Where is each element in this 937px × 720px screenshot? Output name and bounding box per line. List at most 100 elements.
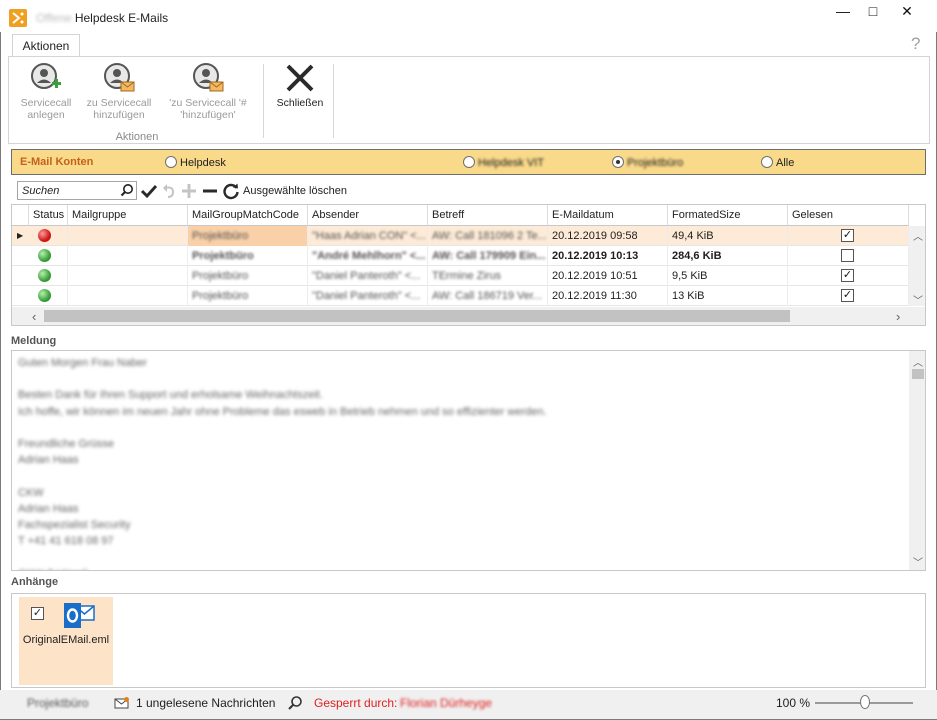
search-icon[interactable] (120, 183, 134, 200)
column-header-datum[interactable]: E-Maildatum (548, 205, 668, 226)
zu-servicecall-label-1: zu Servicecall (86, 97, 152, 109)
vertical-scroll-thumb[interactable] (912, 369, 924, 379)
gelesen-cell: ✓ (788, 226, 909, 246)
outlook-file-icon (63, 602, 95, 633)
absender-cell: "Haas Adrian CON" <... (308, 226, 428, 246)
servicecall-anlegen-label-1: Servicecall (20, 97, 72, 109)
gelesen-cell: ✓ (788, 266, 909, 286)
matchcode-text: Projektbüro (192, 270, 249, 282)
message-vertical-scrollbar[interactable]: ︿ ﹀ (909, 351, 925, 570)
zu-servicecall-2-label-1: 'zu Servicecall '# (169, 97, 247, 109)
maximize-button[interactable]: □ (856, 0, 890, 24)
minimize-button[interactable]: — (826, 0, 860, 24)
message-body-box[interactable]: Guten Morgen Frau Naber Besten Dank für … (11, 350, 926, 571)
radio-circle (761, 156, 773, 168)
unread-count: 1 ungelesene Nachrichten (136, 696, 276, 710)
grid-vertical-scrollbar[interactable]: ︿ ﹀ (909, 226, 925, 307)
horizontal-scroll-thumb[interactable] (44, 310, 790, 322)
app-logo-icon (9, 9, 27, 27)
absender-cell: "Daniel Panteroth" <... (308, 286, 428, 306)
zu-servicecall-hinzufuegen-button[interactable]: zu Servicecall hinzufügen (80, 62, 158, 121)
window-title-main: Helpdesk E-Mails (74, 11, 169, 25)
status-unread-red-icon (38, 229, 51, 242)
refresh-icon[interactable] (222, 182, 240, 200)
radio-projektbuero[interactable]: Projektbüro (612, 156, 683, 170)
confirm-check-icon[interactable] (140, 182, 158, 200)
betreff-text: AW: Call 186719 Ver... (432, 290, 543, 302)
column-header-absender[interactable]: Absender (308, 205, 428, 226)
scroll-up-icon[interactable]: ︿ (913, 354, 923, 369)
betreff-cell: AW: Call 179909 Ein... (428, 246, 548, 266)
column-header-betreff[interactable]: Betreff (428, 205, 548, 226)
close-x-icon (284, 62, 316, 94)
gelesen-checkbox[interactable]: ✓ (841, 269, 854, 282)
matchcode-cell: Projektbüro (188, 246, 308, 266)
search-box (17, 181, 137, 200)
betreff-cell: AW: Call 186719 Ver... (428, 286, 548, 306)
table-row[interactable]: Projektbüro "Daniel Panteroth" <... TErm… (12, 266, 910, 286)
email-grid: Status Mailgruppe MailGroupMatchCode Abs… (11, 204, 926, 326)
email-accounts-label: E-Mail Konten (20, 156, 94, 168)
column-header-gelesen[interactable]: Gelesen (788, 205, 909, 226)
attachments-box: ✓ OriginalEMail.eml (11, 593, 926, 688)
mailgruppe-cell (68, 226, 188, 246)
status-cell (29, 266, 68, 286)
radio-helpdesk[interactable]: Helpdesk (165, 156, 226, 170)
current-row-indicator-icon: ▶ (17, 231, 24, 240)
table-row[interactable]: ▶ Projektbüro "Haas Adrian CON" <... AW:… (12, 226, 910, 246)
undo-icon[interactable] (161, 182, 179, 200)
locked-by-user: Florian Dürheyge (400, 696, 493, 710)
scroll-left-icon[interactable]: ‹ (32, 309, 36, 324)
anhaenge-label: Anhänge (11, 576, 59, 588)
scroll-right-icon[interactable]: › (896, 309, 900, 324)
zoom-slider-thumb[interactable] (860, 695, 870, 709)
datum-cell: 20.12.2019 11:30 (548, 286, 668, 306)
datum-cell: 20.12.2019 10:13 (548, 246, 668, 266)
gelesen-checkbox[interactable] (841, 249, 854, 262)
attachment-item[interactable]: ✓ OriginalEMail.eml (19, 597, 113, 685)
table-row[interactable]: Projektbüro "André Mehlhorn" <... AW: Ca… (12, 246, 910, 266)
zu-servicecall-hinzufuegen-2-button[interactable]: 'zu Servicecall '# 'hinzufügen' (158, 62, 258, 121)
scroll-down-icon[interactable]: ﹀ (913, 292, 923, 307)
tab-aktionen[interactable]: Aktionen (12, 34, 80, 56)
servicecall-anlegen-button[interactable]: Servicecall anlegen (14, 62, 78, 121)
scroll-down-icon[interactable]: ﹀ (913, 554, 923, 569)
status-cell (29, 246, 68, 266)
help-icon[interactable]: ? (911, 34, 920, 54)
zu-servicecall-2-label-2: 'hinzufügen' (180, 109, 236, 121)
status-green-icon (38, 269, 51, 282)
column-header-mailgruppe[interactable]: Mailgruppe (68, 205, 188, 226)
remove-row-icon[interactable] (201, 182, 219, 200)
absender-cell: "Daniel Panteroth" <... (308, 266, 428, 286)
table-row[interactable]: Projektbüro "Daniel Panteroth" <... AW: … (12, 286, 910, 306)
matchcode-cell: Projektbüro (188, 286, 308, 306)
radio-label: Projektbüro (627, 157, 684, 169)
grid-horizontal-scrollbar[interactable]: ‹ › (12, 307, 925, 325)
radio-alle[interactable]: Alle (761, 156, 794, 170)
scroll-up-icon[interactable]: ︿ (913, 228, 923, 243)
gelesen-checkbox[interactable]: ✓ (841, 289, 854, 302)
radio-helpdesk-vit[interactable]: Helpdesk VIT (463, 156, 544, 170)
mailgruppe-cell (68, 246, 188, 266)
gelesen-cell: ✓ (788, 286, 909, 306)
column-header-matchcode[interactable]: MailGroupMatchCode (188, 205, 308, 226)
gelesen-checkbox[interactable]: ✓ (841, 229, 854, 242)
column-header-size[interactable]: FormatedSize (668, 205, 788, 226)
meldung-label: Meldung (11, 335, 57, 347)
datum-cell: 20.12.2019 09:58 (548, 226, 668, 246)
absender-text: "André Mehlhorn" <... (312, 250, 426, 262)
betreff-text: TErmine Zirus (432, 270, 502, 282)
window-title: Offene Helpdesk E-Mails (36, 11, 168, 25)
add-row-icon[interactable] (180, 182, 198, 200)
gelesen-cell (788, 246, 909, 266)
column-header-status[interactable]: Status (29, 205, 68, 226)
status-account: Projektbüro (27, 696, 89, 710)
matchcode-text: Projektbüro (192, 250, 254, 262)
schliessen-button[interactable]: Schließen (270, 62, 330, 109)
search-icon[interactable] (287, 695, 303, 714)
search-input[interactable] (22, 184, 118, 197)
close-window-button[interactable]: ✕ (890, 0, 924, 24)
attachment-checkbox[interactable]: ✓ (31, 607, 44, 620)
status-green-icon (38, 289, 51, 302)
delete-selected-button[interactable]: Ausgewählte löschen (243, 185, 347, 197)
